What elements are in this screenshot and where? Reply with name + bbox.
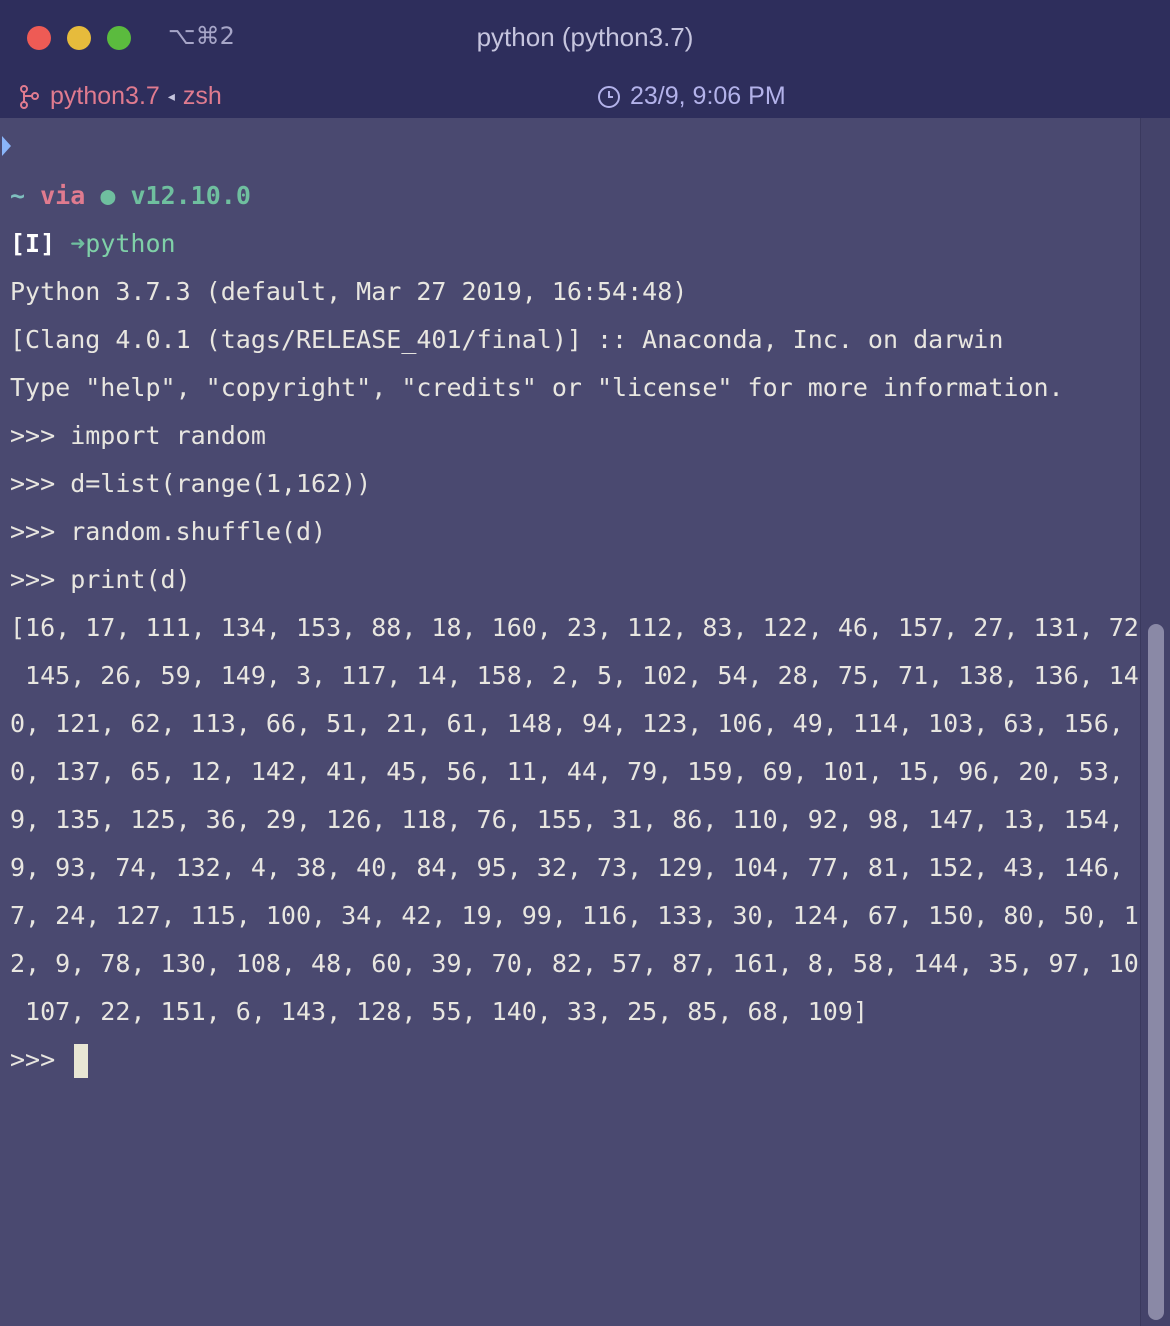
output-line: [Clang 4.0.1 (tags/RELEASE_401/final)] :…	[10, 325, 1004, 354]
title-bar: ⌥⌘2 python (python3.7) python3.7 ◂ zsh 2…	[0, 0, 1170, 118]
node-dot-icon: ●	[100, 181, 116, 210]
window-title: python (python3.7)	[476, 22, 694, 52]
shell-name: zsh	[182, 82, 222, 110]
terminal-window: ⌥⌘2 python (python3.7) python3.7 ◂ zsh 2…	[0, 0, 1170, 1326]
vi-mode-indicator: [I]	[10, 229, 56, 258]
output-line: 7, 24, 127, 115, 100, 34, 42, 19, 99, 11…	[10, 901, 1170, 930]
output-line: >>> import random	[10, 421, 266, 450]
git-branch-icon	[18, 84, 40, 109]
output-line: >>> print(d)	[10, 565, 191, 594]
output-line: 9, 135, 125, 36, 29, 126, 118, 76, 155, …	[10, 805, 1170, 834]
output-line: >>> random.shuffle(d)	[10, 517, 327, 546]
prompt-arrow-icon: ➜	[70, 229, 86, 258]
output-line: 2, 9, 78, 130, 108, 48, 60, 39, 70, 82, …	[10, 949, 1170, 978]
entered-command: python	[85, 229, 176, 258]
output-line: >>> d=list(range(1,162))	[10, 469, 372, 498]
text-cursor	[74, 1044, 89, 1078]
process-name: python3.7	[50, 82, 160, 110]
output-line: 0, 121, 62, 113, 66, 51, 21, 61, 148, 94…	[10, 709, 1170, 738]
output-line: 145, 26, 59, 149, 3, 117, 14, 158, 2, 5,…	[10, 661, 1170, 690]
output-line: [16, 17, 111, 134, 153, 88, 18, 160, 23,…	[10, 613, 1170, 642]
output-line: 107, 22, 151, 6, 143, 128, 55, 140, 33, …	[10, 997, 868, 1026]
terminal-output-area[interactable]: ~ via ● v12.10.0 [I] ➜python Python 3.7.…	[0, 118, 1170, 1326]
vertical-scrollbar[interactable]	[1140, 118, 1170, 1326]
clock-icon	[597, 85, 621, 109]
repl-prompt: >>>	[10, 1045, 71, 1074]
output-line: 0, 137, 65, 12, 142, 41, 45, 56, 11, 44,…	[10, 757, 1170, 786]
input-line[interactable]: >>>	[10, 1036, 89, 1084]
output-line: Python 3.7.3 (default, Mar 27 2019, 16:5…	[10, 277, 688, 306]
tab-time-info: 23/9, 9:06 PM	[597, 82, 786, 111]
prompt-via: via	[40, 181, 86, 210]
prompt-line: ~ via ● v12.10.0	[10, 172, 251, 220]
scrollbar-thumb[interactable]	[1148, 624, 1164, 1320]
prompt-marker-icon	[2, 136, 11, 156]
output-line: 9, 93, 74, 132, 4, 38, 40, 84, 95, 32, 7…	[10, 853, 1170, 882]
node-version: v12.10.0	[130, 181, 251, 210]
tab-process-info[interactable]: python3.7 ◂ zsh	[18, 82, 222, 111]
command-line: [I] ➜python	[10, 220, 176, 268]
separator-icon: ◂	[167, 88, 175, 104]
session-time: 23/9, 9:06 PM	[630, 82, 786, 110]
prompt-directory: ~	[10, 181, 26, 210]
output-line: Type "help", "copyright", "credits" or "…	[10, 373, 1064, 402]
